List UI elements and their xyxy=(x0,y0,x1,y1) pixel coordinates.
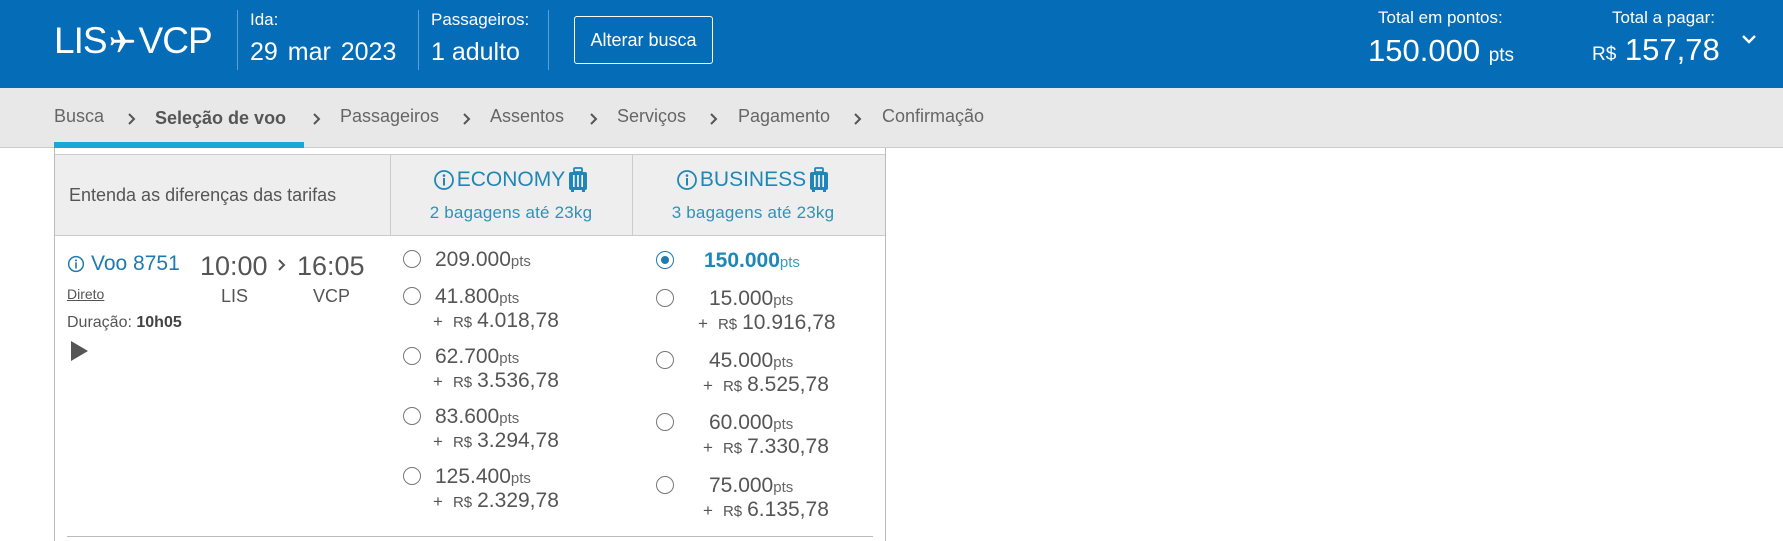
play-icon[interactable] xyxy=(69,340,89,362)
destination-airport: VCP xyxy=(313,286,351,306)
fare-radio[interactable] xyxy=(656,289,674,307)
option-money: + R$ 2.329,78 xyxy=(433,489,559,512)
option-points: 125.400pts xyxy=(435,465,531,488)
ida-label: Ida: xyxy=(250,10,279,29)
chevron-right-icon xyxy=(854,113,862,125)
duration-value: 10h05 xyxy=(136,314,182,331)
fare-radio[interactable] xyxy=(656,476,674,494)
luggage-icon xyxy=(810,167,829,192)
option-money: + R$ 6.135,78 xyxy=(703,498,829,521)
divider xyxy=(548,10,549,70)
option-points: 83.600pts xyxy=(435,405,520,428)
option-points: 62.700pts xyxy=(435,345,520,368)
fare-radio[interactable] xyxy=(403,347,421,365)
option-money: + R$ 4.018,78 xyxy=(433,309,559,332)
flight-number[interactable]: Voo 8751 xyxy=(67,252,180,276)
option-money: + R$ 8.525,78 xyxy=(703,373,829,396)
duration-label: Duração: xyxy=(67,314,132,331)
divider xyxy=(418,10,419,70)
arrive-time: 16:05 xyxy=(297,251,365,281)
fare-radio[interactable] xyxy=(656,413,674,431)
fare-table: Entenda as diferenças das tarifas ECONOM… xyxy=(54,148,886,541)
info-icon[interactable] xyxy=(67,255,85,273)
fare-differences-link[interactable]: Entenda as diferenças das tarifas xyxy=(69,185,336,206)
option-points: 150.000pts xyxy=(704,249,800,272)
total-pay-label: Total a pagar: xyxy=(1612,8,1716,27)
chevron-right-icon xyxy=(710,113,718,125)
business-baggage: 3 bagagens até 23kg xyxy=(671,203,835,222)
breadcrumb-item-busca[interactable]: Busca xyxy=(54,106,104,127)
total-pay: R$ 157,78 xyxy=(1592,32,1720,68)
chevron-right-icon xyxy=(463,113,471,125)
fare-radio-selected[interactable] xyxy=(656,251,674,269)
chevron-right-icon xyxy=(313,113,321,125)
divider xyxy=(237,10,238,70)
fare-radio[interactable] xyxy=(403,407,421,425)
fare-table-header: Entenda as diferenças das tarifas ECONOM… xyxy=(55,154,885,236)
option-points: 15.000pts xyxy=(709,287,794,310)
row-divider xyxy=(67,536,873,537)
ida-value: 29 mar 2023 xyxy=(250,38,397,66)
breadcrumb-item-pagamento[interactable]: Pagamento xyxy=(738,106,830,127)
chevron-right-icon xyxy=(590,113,598,125)
fare-radio[interactable] xyxy=(656,351,674,369)
route-origin: LIS xyxy=(54,20,108,61)
route: LIS VCP xyxy=(54,20,213,62)
fare-radio[interactable] xyxy=(403,287,421,305)
business-header: BUSINESS 3 bagagens até 23kg xyxy=(633,167,873,223)
option-points: 60.000pts xyxy=(709,411,794,434)
total-points: 150.000 pts xyxy=(1368,33,1514,69)
breadcrumb: Busca Seleção de voo Passageiros Assento… xyxy=(0,88,1783,148)
chevron-right-icon xyxy=(128,113,136,125)
total-points-value: 150.000 xyxy=(1368,33,1481,68)
breadcrumb-item-confirmacao[interactable]: Confirmação xyxy=(882,106,984,127)
chevron-right-icon xyxy=(278,259,286,271)
option-points: 75.000pts xyxy=(709,474,794,497)
info-icon[interactable] xyxy=(676,169,698,191)
economy-header: ECONOMY 2 bagagens até 23kg xyxy=(391,167,631,223)
option-points: 209.000pts xyxy=(435,248,531,271)
total-pay-value: 157,78 xyxy=(1624,32,1720,67)
total-pay-currency: R$ xyxy=(1592,44,1617,65)
passengers-value: 1 adulto xyxy=(431,38,520,66)
top-header: LIS VCP Ida: 29 mar 2023 Passageiros: 1 … xyxy=(0,0,1783,88)
option-money: + R$ 7.330,78 xyxy=(703,435,829,458)
route-destination: VCP xyxy=(138,20,213,61)
plane-icon xyxy=(110,30,134,53)
passengers-label: Passageiros: xyxy=(431,10,530,29)
fare-radio[interactable] xyxy=(403,250,421,268)
economy-baggage: 2 bagagens até 23kg xyxy=(429,203,593,222)
breadcrumb-item-assentos[interactable]: Assentos xyxy=(490,106,564,127)
business-title: BUSINESS xyxy=(699,168,807,191)
fare-radio[interactable] xyxy=(403,467,421,485)
alter-search-button[interactable]: Alterar busca xyxy=(574,16,713,64)
flight-number-label: Voo 8751 xyxy=(91,252,180,275)
flight-type-link[interactable]: Direto xyxy=(67,286,104,302)
total-points-unit: pts xyxy=(1488,45,1515,66)
depart-time: 10:00 xyxy=(200,251,268,281)
option-money: + R$ 10.916,78 xyxy=(698,311,836,334)
option-money: + R$ 3.294,78 xyxy=(433,429,559,452)
economy-title: ECONOMY xyxy=(456,168,566,191)
option-points: 41.800pts xyxy=(435,285,520,308)
breadcrumb-item-servicos[interactable]: Serviços xyxy=(617,106,686,127)
origin-airport: LIS xyxy=(221,286,249,306)
total-points-label: Total em pontos: xyxy=(1378,8,1503,27)
breadcrumb-item-passageiros[interactable]: Passageiros xyxy=(340,106,439,127)
chevron-down-icon[interactable] xyxy=(1740,30,1758,48)
luggage-icon xyxy=(569,167,588,192)
option-money: + R$ 3.536,78 xyxy=(433,369,559,392)
option-points: 45.000pts xyxy=(709,349,794,372)
breadcrumb-item-selecao-de-voo[interactable]: Seleção de voo xyxy=(155,108,286,129)
flight-duration: Duração: 10h05 xyxy=(67,314,182,332)
info-icon[interactable] xyxy=(433,169,455,191)
